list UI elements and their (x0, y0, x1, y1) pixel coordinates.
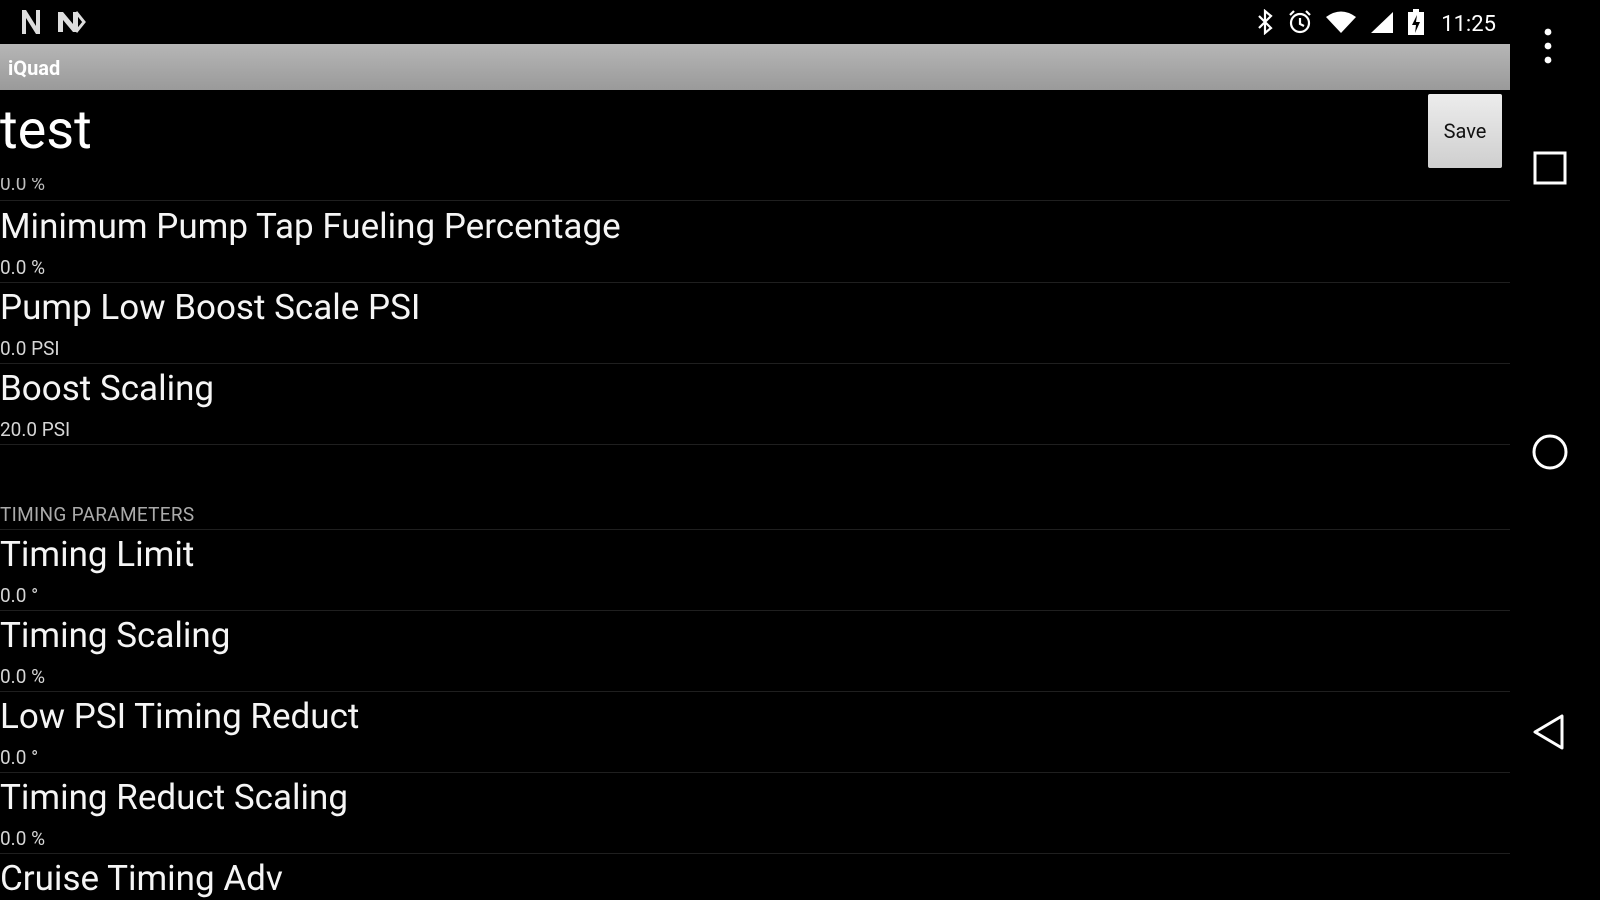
list-item[interactable]: Boost Scaling 20.0 PSI (0, 364, 1510, 445)
app-title: iQuad (8, 56, 61, 80)
battery-charging-icon (1407, 8, 1425, 40)
item-value: 0.0 ° (0, 584, 39, 607)
navigation-bar (1510, 0, 1600, 900)
cell-signal-icon (1369, 10, 1395, 38)
list-item[interactable]: Cruise Timing Adv (0, 854, 1510, 900)
list-item[interactable]: Timing Reduct Scaling 0.0 % (0, 773, 1510, 854)
item-title: Low PSI Timing Reduct (0, 696, 360, 737)
list-item[interactable]: Pump Low Boost Scale PSI 0.0 PSI (0, 283, 1510, 364)
item-value: 0.0 PSI (0, 337, 60, 360)
item-value: 20.0 PSI (0, 418, 71, 441)
list-item[interactable]: Timing Scaling 0.0 % (0, 611, 1510, 692)
item-title: Boost Scaling (0, 368, 215, 409)
overflow-menu-icon[interactable] (1540, 26, 1556, 70)
divider (0, 200, 1510, 201)
list-item[interactable]: Minimum Pump Tap Fueling Percentage 0.0 … (0, 202, 1510, 283)
item-title: Timing Limit (0, 534, 195, 575)
settings-screen: test Save 0.0 % Minimum Pump Tap Fueling… (0, 90, 1510, 900)
back-icon[interactable] (1530, 712, 1570, 756)
status-bar: 11:25 (0, 0, 1510, 44)
item-value: 0.0 ° (0, 746, 39, 769)
recents-icon[interactable] (1532, 150, 1568, 190)
partial-value: 0.0 % (0, 178, 45, 190)
list-item[interactable]: Timing Limit 0.0 ° (0, 530, 1510, 611)
item-title: Cruise Timing Adv (0, 858, 283, 899)
item-title: Minimum Pump Tap Fueling Percentage (0, 206, 621, 247)
status-time: 11:25 (1441, 11, 1496, 37)
item-title: Timing Scaling (0, 615, 231, 656)
page-title: test (0, 99, 92, 162)
item-value: 0.0 % (0, 256, 45, 279)
wifi-icon (1325, 10, 1357, 38)
item-title: Pump Low Boost Scale PSI (0, 287, 421, 328)
section-header: TIMING PARAMETERS (0, 445, 1510, 530)
alarm-icon (1287, 9, 1313, 39)
action-bar: iQuad (0, 44, 1510, 90)
save-button[interactable]: Save (1428, 94, 1502, 168)
item-value: 0.0 % (0, 827, 45, 850)
notification-n-icon (20, 8, 42, 40)
list-item[interactable]: Low PSI Timing Reduct 0.0 ° (0, 692, 1510, 773)
section-label: TIMING PARAMETERS (0, 503, 195, 526)
settings-list: Minimum Pump Tap Fueling Percentage 0.0 … (0, 202, 1510, 900)
item-value: 0.0 % (0, 665, 45, 688)
bluetooth-icon (1255, 8, 1275, 39)
item-title: Timing Reduct Scaling (0, 777, 349, 818)
home-icon[interactable] (1530, 432, 1570, 476)
notification-n2-icon (56, 10, 86, 38)
